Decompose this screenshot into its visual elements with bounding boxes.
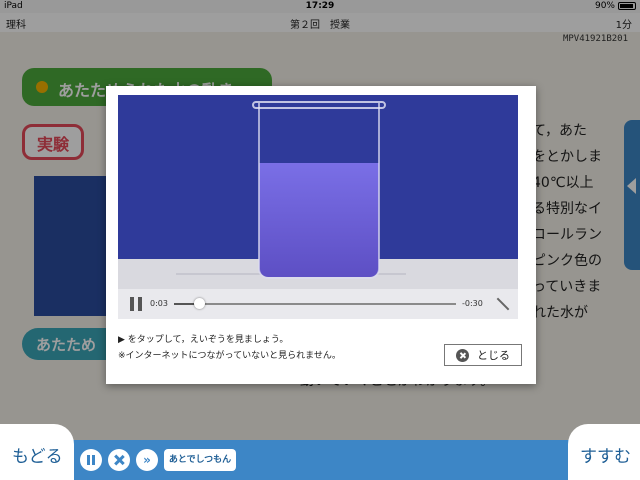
ask-later-button[interactable]: あとでしつもん [164,449,236,471]
video-modal: 0:03 -0:30 ▶ をタップして，えいぞうを見ましょう。 ※インターネット… [106,86,536,384]
instruction-line: ▶ をタップして，えいぞうを見ましょう。 [118,335,289,345]
close-label: とじる [477,349,510,362]
instruction-line: ※インターネットにつながっていないと見られません。 [118,351,341,361]
pause-icon[interactable] [130,297,142,311]
video-beaker [258,103,380,279]
back-button[interactable]: もどる [0,424,74,480]
close-button[interactable]: とじる [444,344,522,366]
remaining-time: -0:30 [462,299,483,308]
close-icon [456,348,469,362]
video-controls: 0:03 -0:30 [118,289,518,319]
next-button[interactable]: すすむ [568,424,640,480]
stop-audio-button[interactable] [108,449,130,471]
video-player[interactable]: 0:03 -0:30 [118,95,518,319]
scrubber-handle[interactable] [194,298,206,309]
video-beaker-rim [252,101,386,109]
pause-audio-button[interactable] [80,449,102,471]
video-scrubber[interactable] [174,298,456,309]
current-time: 0:03 [150,299,168,308]
video-instructions: ▶ をタップして，えいぞうを見ましょう。 ※インターネットにつながっていないと見… [118,332,341,364]
skip-button[interactable]: » [136,449,158,471]
fullscreen-icon[interactable] [496,297,510,311]
